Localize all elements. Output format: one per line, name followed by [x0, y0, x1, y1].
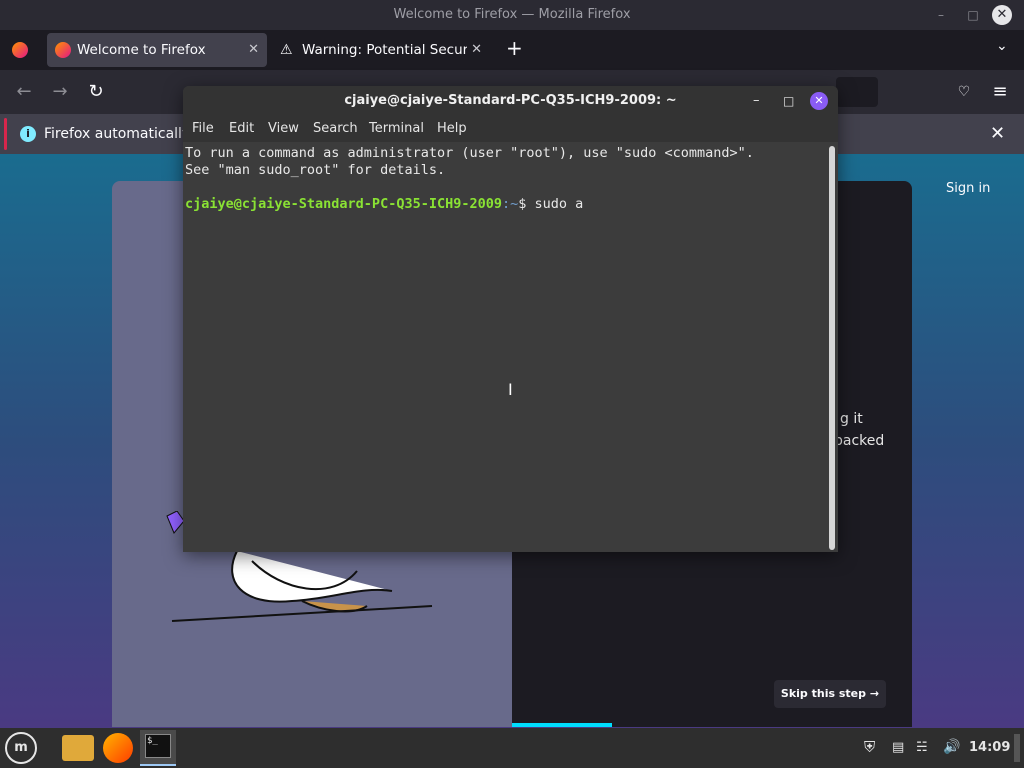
close-notification-icon[interactable]: ✕ — [990, 114, 1005, 154]
tab-warning[interactable]: ⚠ Warning: Potential Security ✕ — [272, 33, 490, 67]
terminal-maximize-icon[interactable]: □ — [783, 86, 794, 116]
skip-step-button[interactable]: Skip this step → — [774, 680, 886, 708]
command-input[interactable]: sudo a — [535, 196, 584, 212]
firefox-taskbar-icon[interactable] — [103, 733, 133, 763]
terminal-prompt-line: cjaiye@cjaiye-Standard-PC-Q35-ICH9-2009:… — [185, 196, 583, 212]
info-icon: i — [20, 126, 36, 142]
firefox-view-icon[interactable] — [12, 42, 28, 58]
clock[interactable]: 14:09 — [969, 740, 1010, 755]
terminal-title: cjaiye@cjaiye-Standard-PC-Q35-ICH9-2009:… — [344, 93, 677, 108]
menu-edit[interactable]: Edit — [229, 121, 254, 136]
tab-welcome[interactable]: Welcome to Firefox ✕ — [47, 33, 267, 67]
url-bar[interactable] — [836, 77, 878, 107]
tab-bar: Welcome to Firefox ✕ ⚠ Warning: Potentia… — [0, 30, 1024, 70]
maximize-button[interactable]: □ — [962, 0, 984, 30]
list-tabs-icon[interactable]: ⌄ — [996, 38, 1008, 54]
prompt-symbol: $ — [518, 196, 535, 212]
menu-search[interactable]: Search — [313, 121, 358, 136]
terminal-line: To run a command as administrator (user … — [185, 145, 754, 161]
window-title: Welcome to Firefox — Mozilla Firefox — [393, 7, 631, 22]
firefox-icon — [55, 42, 71, 58]
network-icon[interactable]: ☵ — [916, 740, 928, 755]
terminal-close-icon[interactable]: ✕ — [810, 92, 828, 110]
panel-text: g it — [840, 411, 863, 427]
tab-label: Warning: Potential Security — [302, 42, 467, 58]
terminal-titlebar: cjaiye@cjaiye-Standard-PC-Q35-ICH9-2009:… — [183, 86, 838, 116]
prompt-user: cjaiye@cjaiye-Standard-PC-Q35-ICH9-2009 — [185, 196, 502, 212]
tab-label: Welcome to Firefox — [77, 42, 206, 58]
firefox-titlebar: Welcome to Firefox — Mozilla Firefox – □… — [0, 0, 1024, 30]
terminal-icon: $_ — [145, 734, 171, 758]
text-cursor-icon: Ⅰ — [508, 380, 513, 399]
menu-view[interactable]: View — [268, 121, 299, 136]
close-tab-icon[interactable]: ✕ — [248, 33, 259, 67]
terminal-menubar: File Edit View Search Terminal Help — [183, 116, 838, 142]
reload-icon[interactable]: ↻ — [84, 80, 108, 104]
forward-icon[interactable]: → — [48, 80, 72, 104]
notification-accent — [4, 118, 7, 150]
progress-indicator — [512, 723, 612, 727]
terminal-taskbar-button[interactable]: $_ — [140, 730, 176, 766]
panel-text: packed — [834, 433, 885, 449]
terminal-scrollbar[interactable] — [829, 146, 835, 550]
mint-menu-icon[interactable]: m — [5, 732, 37, 764]
warning-icon: ⚠ — [280, 42, 293, 58]
terminal-minimize-icon[interactable]: – — [753, 86, 760, 116]
menu-terminal[interactable]: Terminal — [369, 121, 424, 136]
files-icon[interactable] — [62, 735, 94, 761]
notification-text: Firefox automatically s — [44, 126, 202, 142]
close-button[interactable]: ✕ — [992, 5, 1012, 25]
minimize-button[interactable]: – — [930, 0, 952, 30]
clipboard-icon[interactable]: ▤ — [892, 740, 904, 755]
menu-file[interactable]: File — [192, 121, 214, 136]
new-tab-icon[interactable]: + — [506, 36, 523, 60]
back-icon[interactable]: ← — [12, 80, 36, 104]
shield-icon[interactable]: ⛨ — [864, 738, 875, 756]
sign-in-link[interactable]: Sign in — [946, 181, 990, 196]
terminal-output[interactable]: To run a command as administrator (user … — [183, 142, 838, 552]
menu-help[interactable]: Help — [437, 121, 467, 136]
terminal-line: See "man sudo_root" for details. — [185, 162, 446, 178]
prompt-path: :~ — [501, 196, 519, 212]
volume-icon[interactable]: 🔊 — [943, 739, 960, 755]
pocket-icon[interactable]: ♡ — [952, 80, 976, 104]
show-desktop-button[interactable] — [1014, 734, 1020, 762]
close-tab-icon[interactable]: ✕ — [471, 33, 482, 67]
menu-icon[interactable]: ≡ — [988, 80, 1012, 104]
